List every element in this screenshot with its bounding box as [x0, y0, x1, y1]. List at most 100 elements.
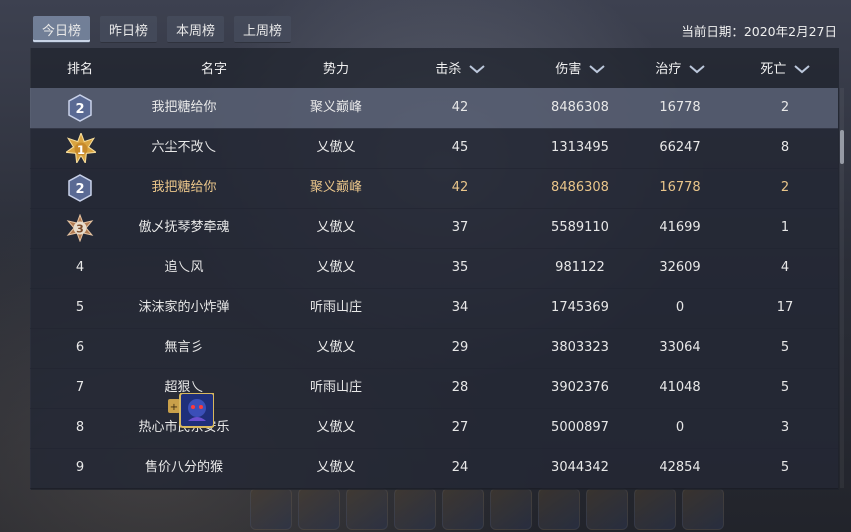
skill-slot — [250, 488, 292, 530]
player-name: 傲乄抚琴梦牵魂 — [138, 220, 230, 235]
tab-this-week[interactable]: 本周榜 — [167, 16, 225, 43]
sort-icon — [688, 65, 705, 74]
player-kills: 45 — [451, 140, 469, 155]
rank-number: 7 — [75, 380, 85, 395]
header-deaths[interactable]: 死亡 — [740, 58, 830, 77]
player-faction: 乂傲乂 — [316, 220, 356, 235]
skill-slot — [442, 488, 484, 530]
table-header: 排名 名字 势力 击杀 伤害 治疗 死亡 — [30, 48, 838, 86]
header-healing-label: 治疗 — [655, 61, 682, 77]
tab-yesterday[interactable]: 昨日榜 — [100, 16, 158, 43]
header-damage[interactable]: 伤害 — [525, 58, 635, 77]
sort-icon — [468, 65, 485, 74]
player-deaths: 5 — [780, 460, 790, 475]
skill-slot — [682, 488, 724, 530]
player-name: 我把糖给你 — [151, 100, 217, 115]
badge-number: 2 — [75, 182, 84, 197]
skill-slot — [538, 488, 580, 530]
header-name: 名字 — [200, 61, 227, 77]
item-drag-icon[interactable]: + — [168, 393, 214, 429]
table-row[interactable]: 6 無言彡 乂傲乂 29 3803323 33064 5 — [30, 328, 838, 369]
skill-slot — [634, 488, 676, 530]
table-row[interactable]: 3 傲乄抚琴梦牵魂 乂傲乂 37 5589110 41699 1 — [30, 208, 838, 249]
header-damage-label: 伤害 — [555, 61, 582, 77]
current-date: 当前日期：2020年2月27日 — [681, 24, 837, 39]
skill-slot — [298, 488, 340, 530]
player-kills: 24 — [451, 460, 469, 475]
player-deaths: 5 — [780, 380, 790, 395]
player-kills: 42 — [451, 100, 469, 115]
player-faction: 聚义巅峰 — [309, 180, 362, 195]
player-damage: 8486308 — [551, 180, 609, 195]
player-kills: 28 — [451, 380, 469, 395]
game-hotbar — [250, 488, 730, 532]
player-faction: 听雨山庄 — [309, 380, 362, 395]
player-kills: 29 — [451, 340, 469, 355]
rank-badge-silver-icon: 2 — [68, 174, 92, 202]
player-faction: 聚义巅峰 — [309, 100, 362, 115]
skill-slot — [586, 488, 628, 530]
player-healing: 41699 — [659, 220, 701, 235]
rank-number: 9 — [75, 460, 85, 475]
player-deaths: 4 — [780, 260, 790, 275]
sort-icon — [793, 65, 810, 74]
player-damage: 1313495 — [551, 140, 609, 155]
player-damage: 5000897 — [551, 420, 609, 435]
header-kills[interactable]: 击杀 — [415, 58, 505, 77]
header-kills-label: 击杀 — [435, 61, 462, 77]
table-row[interactable]: 1 六尘不改乀 乂傲乂 45 1313495 66247 8 — [30, 128, 838, 169]
player-damage: 981122 — [555, 260, 605, 275]
table-row[interactable]: 9 售价八分的猴 乂傲乂 24 3044342 42854 5 — [30, 448, 838, 489]
sort-icon — [588, 65, 605, 74]
rank-number: 8 — [75, 420, 85, 435]
player-damage: 3803323 — [551, 340, 609, 355]
player-faction: 乂傲乂 — [316, 460, 356, 475]
badge-number: 1 — [77, 143, 85, 157]
player-healing: 41048 — [659, 380, 701, 395]
player-faction: 听雨山庄 — [309, 300, 362, 315]
my-rank-row[interactable]: 2 我把糖给你 聚义巅峰 42 8486308 16778 2 — [30, 88, 838, 129]
scrollbar-thumb[interactable] — [840, 130, 844, 164]
tab-last-week[interactable]: 上周榜 — [234, 16, 292, 43]
player-kills: 34 — [451, 300, 469, 315]
table-row[interactable]: 2 我把糖给你 聚义巅峰 42 8486308 16778 2 — [30, 168, 838, 209]
player-healing: 66247 — [659, 140, 701, 155]
table-row[interactable]: 4 追乀风 乂傲乂 35 981122 32609 4 — [30, 248, 838, 289]
player-deaths: 8 — [780, 140, 790, 155]
svg-text:+: + — [170, 402, 178, 413]
player-kills: 37 — [451, 220, 469, 235]
rank-badge-silver-icon: 2 — [68, 94, 92, 122]
rank-badge-gold-icon: 1 — [66, 133, 96, 163]
player-deaths: 17 — [776, 300, 794, 315]
table-row[interactable]: 8 热心市民东安乐 乂傲乂 27 5000897 0 3 — [30, 408, 838, 449]
player-kills: 27 — [451, 420, 469, 435]
player-healing: 33064 — [659, 340, 701, 355]
skill-slot — [346, 488, 388, 530]
rank-number: 4 — [75, 260, 85, 275]
table-row[interactable]: 5 沫沫家的小炸弹 听雨山庄 34 1745369 0 17 — [30, 288, 838, 329]
player-healing: 16778 — [659, 100, 701, 115]
player-damage: 1745369 — [551, 300, 609, 315]
player-kills: 42 — [451, 180, 469, 195]
player-damage: 5589110 — [551, 220, 609, 235]
player-healing: 42854 — [659, 460, 701, 475]
leaderboard-tabs: 今日榜 昨日榜 本周榜 上周榜 — [33, 16, 292, 43]
player-healing: 0 — [675, 300, 685, 315]
rank-number: 5 — [75, 300, 85, 315]
player-faction: 乂傲乂 — [316, 140, 356, 155]
player-deaths: 2 — [780, 100, 790, 115]
badge-number: 3 — [76, 223, 84, 236]
header-rank: 排名 — [66, 61, 93, 77]
rank-number: 6 — [75, 340, 85, 355]
player-deaths: 3 — [780, 420, 790, 435]
header-healing[interactable]: 治疗 — [630, 58, 730, 77]
player-name: 六尘不改乀 — [151, 140, 217, 155]
player-kills: 35 — [451, 260, 469, 275]
player-deaths: 1 — [780, 220, 790, 235]
skill-slot — [394, 488, 436, 530]
tab-today[interactable]: 今日榜 — [33, 16, 91, 43]
table-row[interactable]: 7 超狠乀 听雨山庄 28 3902376 41048 5 — [30, 368, 838, 409]
player-faction: 乂傲乂 — [316, 340, 356, 355]
player-name: 售价八分的猴 — [144, 460, 223, 475]
header-deaths-label: 死亡 — [760, 61, 787, 77]
